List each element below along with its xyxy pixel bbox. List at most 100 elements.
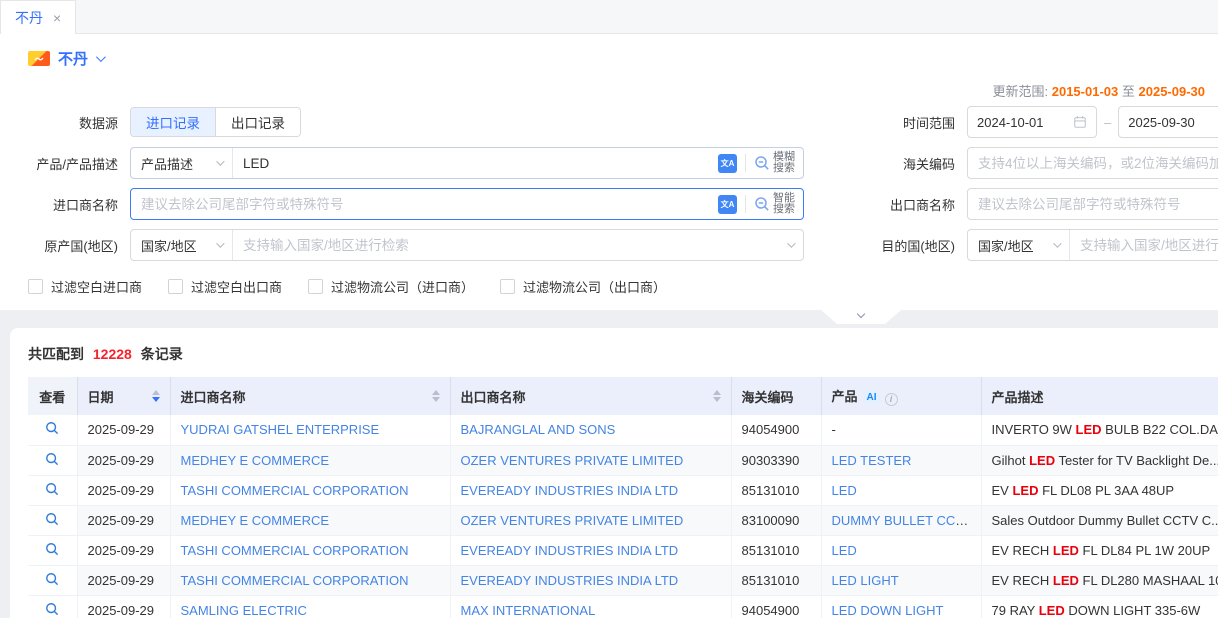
hs-code-input[interactable] (967, 147, 1218, 179)
product-type-value: 产品描述 (141, 154, 193, 173)
date-cell: 2025-09-29 (77, 445, 170, 475)
table-body: 2025-09-29 YUDRAI GATSHEL ENTERPRISE BAJ… (28, 415, 1218, 618)
view-record-button[interactable] (28, 565, 77, 595)
description-cell: EV RECH LED FL DL280 MASHAAL 10... (981, 565, 1218, 595)
product-cell[interactable]: LED LIGHT (821, 565, 981, 595)
importer-label: 进口商名称 (0, 195, 130, 214)
filter-logistics-importer[interactable]: 过滤物流公司（进口商） (308, 277, 474, 296)
view-record-button[interactable] (28, 505, 77, 535)
header-description: 产品描述 (981, 377, 1218, 415)
filter-logistics-exporter[interactable]: 过滤物流公司（出口商） (500, 277, 666, 296)
product-search-group: 产品描述 文A 模糊搜索 (130, 147, 804, 179)
description-cell: EV LED FL DL08 PL 3AA 48UP (981, 475, 1218, 505)
exporter-label: 出口商名称 (804, 195, 967, 214)
view-record-button[interactable] (28, 475, 77, 505)
date-range-separator: – (1104, 115, 1111, 130)
product-cell[interactable]: - (821, 415, 981, 445)
product-cell[interactable]: LED TESTER (821, 445, 981, 475)
importer-cell[interactable]: TASHI COMMERCIAL CORPORATION (170, 475, 450, 505)
importer-cell[interactable]: SAMLING ELECTRIC (170, 595, 450, 618)
origin-type-select[interactable]: 国家/地区 (131, 230, 233, 260)
update-range-to-word: 至 (1122, 84, 1135, 99)
product-cell[interactable]: LED DOWN LIGHT (821, 595, 981, 618)
date-from-input[interactable]: 2024-10-01 (967, 106, 1097, 138)
search-form: 更新范围: 2015-01-03 至 2025-09-30 数据源 进口记录 出… (0, 79, 1218, 310)
checkbox-icon[interactable] (28, 279, 43, 294)
export-records-option[interactable]: 出口记录 (215, 108, 300, 136)
translate-icon[interactable]: 文A (718, 154, 737, 173)
date-to-value: 2025-09-30 (1128, 115, 1195, 130)
import-records-option[interactable]: 进口记录 (131, 108, 215, 136)
tab-bhutan[interactable]: 不丹 × (0, 0, 76, 34)
view-record-button[interactable] (28, 595, 77, 618)
destination-type-value: 国家/地区 (978, 236, 1034, 255)
checkbox-icon[interactable] (168, 279, 183, 294)
exporter-input[interactable] (967, 188, 1218, 220)
fuzzy-search-button[interactable]: 模糊搜索 (746, 148, 803, 178)
checkbox-icon[interactable] (308, 279, 323, 294)
count-value: 12228 (93, 346, 132, 362)
results-panel: 共匹配到 12228 条记录 查看 日期 进口商名称 (10, 328, 1218, 618)
collapse-form-button[interactable] (821, 310, 901, 324)
chevron-down-icon (857, 310, 865, 318)
sort-icons[interactable] (713, 390, 721, 402)
exporter-cell[interactable]: EVEREADY INDUSTRIES INDIA LTD (450, 475, 731, 505)
product-cell[interactable]: LED (821, 535, 981, 565)
date-cell: 2025-09-29 (77, 415, 170, 445)
info-icon[interactable]: i (885, 393, 898, 406)
smart-search-label: 智能搜索 (773, 193, 795, 216)
update-range-to: 2025-09-30 (1139, 84, 1206, 99)
product-type-select[interactable]: 产品描述 (131, 148, 233, 178)
count-prefix: 共匹配到 (28, 346, 84, 362)
header-importer[interactable]: 进口商名称 (170, 377, 450, 415)
destination-input[interactable] (1070, 230, 1218, 260)
view-record-button[interactable] (28, 535, 77, 565)
close-icon[interactable]: × (53, 11, 61, 25)
filter-label: 过滤物流公司（出口商） (523, 277, 666, 296)
description-cell: Sales Outdoor Dummy Bullet CCTV C... (981, 505, 1218, 535)
exporter-cell[interactable]: EVEREADY INDUSTRIES INDIA LTD (450, 565, 731, 595)
header-exporter[interactable]: 出口商名称 (450, 377, 731, 415)
chevron-down-icon[interactable] (96, 52, 106, 62)
exporter-cell[interactable]: BAJRANGLAL AND SONS (450, 415, 731, 445)
importer-cell[interactable]: MEDHEY E COMMERCE (170, 445, 450, 475)
filter-blank-exporter[interactable]: 过滤空白出口商 (168, 277, 282, 296)
checkbox-icon[interactable] (500, 279, 515, 294)
destination-label: 目的国(地区) (804, 236, 967, 255)
view-record-button[interactable] (28, 445, 77, 475)
importer-cell[interactable]: TASHI COMMERCIAL CORPORATION (170, 565, 450, 595)
sort-icons[interactable] (152, 390, 160, 402)
table-header-row: 查看 日期 进口商名称 出口商名称 (28, 377, 1218, 415)
hs-code-label: 海关编码 (804, 154, 967, 173)
header-date[interactable]: 日期 (77, 377, 170, 415)
importer-input[interactable] (131, 189, 718, 219)
smart-search-button[interactable]: 智能搜索 (746, 189, 803, 219)
tab-title: 不丹 (15, 8, 43, 28)
sort-icons[interactable] (432, 390, 440, 402)
importer-cell[interactable]: TASHI COMMERCIAL CORPORATION (170, 535, 450, 565)
product-cell[interactable]: LED (821, 475, 981, 505)
hs-code-cell: 94054900 (731, 595, 821, 618)
origin-country-input[interactable] (233, 230, 787, 260)
importer-cell[interactable]: YUDRAI GATSHEL ENTERPRISE (170, 415, 450, 445)
panel-divider-strip (0, 310, 1218, 328)
update-range-from: 2015-01-03 (1052, 84, 1119, 99)
importer-cell[interactable]: MEDHEY E COMMERCE (170, 505, 450, 535)
destination-type-select[interactable]: 国家/地区 (968, 230, 1070, 260)
filter-blank-importer[interactable]: 过滤空白进口商 (28, 277, 142, 296)
date-to-input[interactable]: 2025-09-30 (1118, 106, 1218, 138)
table-row: 2025-09-29 MEDHEY E COMMERCE OZER VENTUR… (28, 505, 1218, 535)
translate-icon[interactable]: 文A (718, 195, 737, 214)
product-cell[interactable]: DUMMY BULLET CCTV... (821, 505, 981, 535)
exporter-cell[interactable]: EVEREADY INDUSTRIES INDIA LTD (450, 535, 731, 565)
view-record-button[interactable] (28, 415, 77, 445)
product-input[interactable] (233, 148, 718, 178)
page-title: 不丹 (58, 48, 88, 69)
date-cell: 2025-09-29 (77, 475, 170, 505)
exporter-cell[interactable]: OZER VENTURES PRIVATE LIMITED (450, 445, 731, 475)
time-range-label: 时间范围 (804, 113, 967, 132)
magnifier-icon (45, 602, 59, 616)
exporter-cell[interactable]: MAX INTERNATIONAL (450, 595, 731, 618)
exporter-cell[interactable]: OZER VENTURES PRIVATE LIMITED (450, 505, 731, 535)
page-header: 不丹 (0, 34, 1218, 79)
